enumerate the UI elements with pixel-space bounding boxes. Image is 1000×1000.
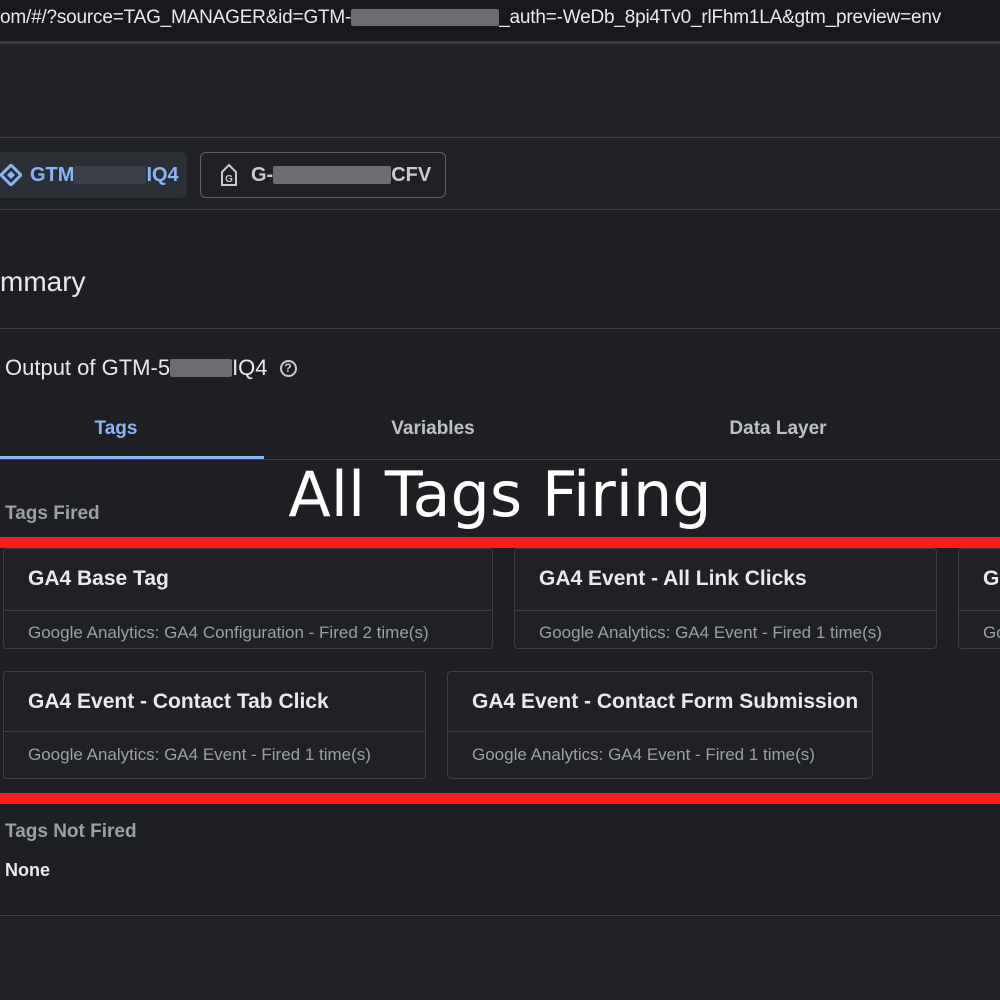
divider: [0, 328, 1000, 329]
url-prefix: om/#/?source=TAG_MANAGER&id=GTM-: [0, 7, 352, 28]
tag-card[interactable]: GA4 Event - Contact Tab Click Google Ana…: [3, 671, 426, 779]
tag-card-title: GA4 Event - All Link Clicks: [515, 549, 936, 611]
tag-card-subtitle: Google Analytics: GA4 Event - Fired 1 ti…: [472, 745, 815, 764]
highlight-line-top: [0, 537, 1000, 548]
redacted-gtm-id: [74, 166, 147, 184]
tag-card-title: GA4 Base Tag: [4, 549, 492, 611]
help-icon[interactable]: ?: [279, 359, 297, 377]
header-area: [0, 44, 1000, 137]
gtm-chip-prefix: GTM: [30, 163, 75, 186]
ga-chip-suffix: CFV: [391, 163, 432, 186]
overlay-title: All Tags Firing: [288, 458, 712, 531]
tag-card-subtitle: Google Analytics: GA4 Configuration - Fi…: [28, 623, 429, 642]
tag-card[interactable]: G Go: [958, 548, 1000, 649]
tag-card-subtitle: Google Analytics: GA4 Event - Fired 1 ti…: [539, 623, 882, 642]
ga-chip-prefix: G-: [251, 163, 274, 186]
gtm-diamond-icon: [0, 164, 22, 186]
tags-not-fired-value: None: [5, 860, 50, 880]
redacted-ga-id: [273, 166, 392, 184]
tags-fired-label: Tags Fired: [5, 503, 100, 524]
tags-not-fired-label: Tags Not Fired: [5, 821, 137, 842]
tag-card-subtitle: Google Analytics: GA4 Event - Fired 1 ti…: [28, 745, 371, 764]
redacted-output-id: [170, 359, 233, 377]
container-bar: GTM IQ4 G G- CFV: [0, 137, 1000, 210]
gtm-container-chip[interactable]: GTM IQ4: [0, 152, 187, 198]
url-suffix: _auth=-WeDb_8pi4Tv0_rlFhm1LA&gtm_preview…: [499, 7, 941, 28]
tab-data-layer[interactable]: Data Layer: [602, 418, 954, 440]
ga-tag-icon: G: [221, 163, 237, 186]
redacted-id: [351, 9, 500, 27]
tag-card[interactable]: GA4 Base Tag Google Analytics: GA4 Confi…: [3, 548, 493, 649]
tag-card-title: G: [959, 549, 1000, 611]
tab-tags[interactable]: Tags: [0, 418, 232, 440]
svg-text:G: G: [225, 174, 233, 185]
address-bar[interactable]: om/#/?source=TAG_MANAGER&id=GTM- _auth=-W…: [0, 0, 1000, 44]
tag-card[interactable]: GA4 Event - Contact Form Submission Goog…: [447, 671, 873, 779]
tag-card[interactable]: GA4 Event - All Link Clicks Google Analy…: [514, 548, 937, 649]
tag-card-title: GA4 Event - Contact Form Submission: [448, 672, 872, 732]
output-suffix: IQ4: [232, 355, 268, 380]
ga-container-chip[interactable]: G G- CFV: [200, 152, 446, 198]
output-prefix: Output of GTM-5: [5, 355, 171, 380]
page-title: mmary: [0, 266, 86, 297]
footer-area: [0, 916, 1000, 1000]
url-text[interactable]: om/#/?source=TAG_MANAGER&id=GTM- _auth=-W…: [0, 7, 941, 29]
gtm-chip-suffix: IQ4: [146, 163, 179, 186]
tab-variables[interactable]: Variables: [264, 418, 602, 440]
highlight-line-bottom: [0, 793, 1000, 804]
tag-card-subtitle: Go: [983, 623, 1000, 642]
output-heading: Output of GTM-5 IQ4 ?: [5, 355, 297, 381]
tag-card-title: GA4 Event - Contact Tab Click: [4, 672, 425, 732]
